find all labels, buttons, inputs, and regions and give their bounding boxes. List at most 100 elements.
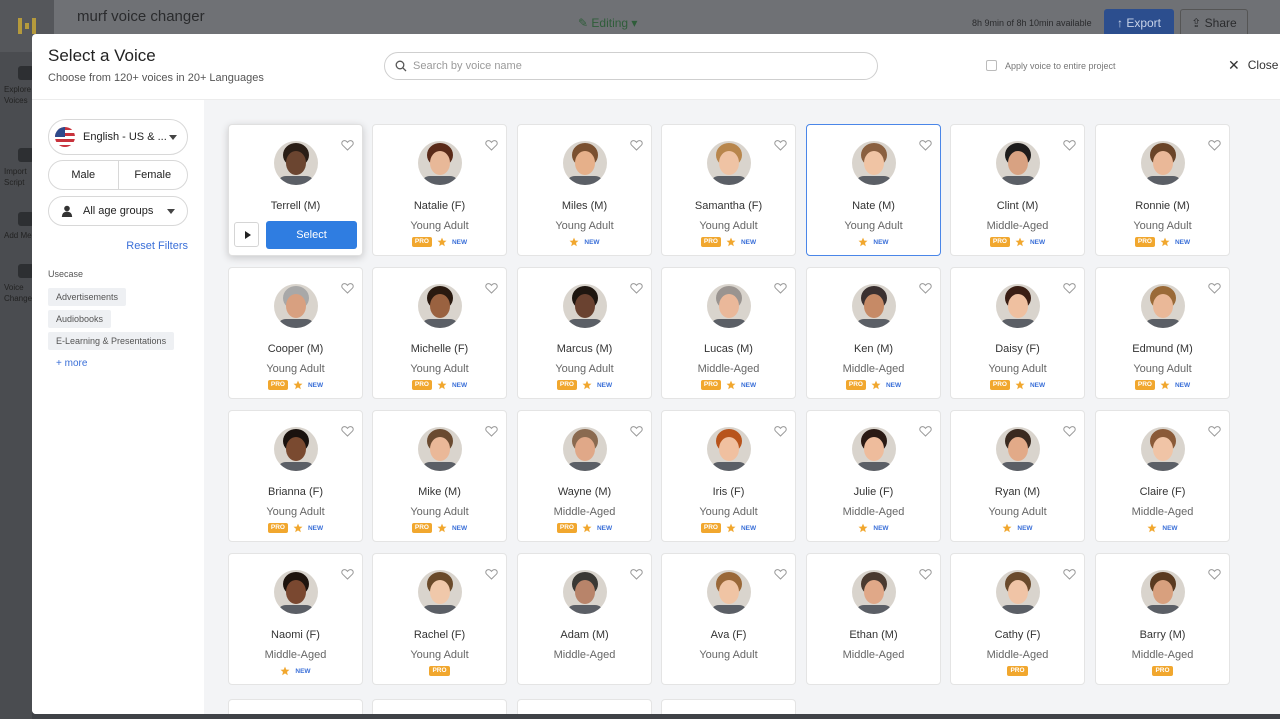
voice-card[interactable]: Ava (F) Young Adult: [661, 553, 796, 685]
voice-card[interactable]: Barry (M) Middle-Aged PRO: [1095, 553, 1230, 685]
usecase-chip-advertisements[interactable]: Advertisements: [48, 288, 127, 306]
favorite-heart-icon[interactable]: [630, 282, 643, 294]
favorite-heart-icon[interactable]: [630, 425, 643, 437]
voice-card[interactable]: Julie (F) Middle-Aged NEW: [806, 410, 941, 542]
voice-name: Lucas (M): [704, 343, 753, 355]
favorite-heart-icon[interactable]: [1063, 282, 1076, 294]
pro-badge: PRO: [1134, 380, 1155, 390]
voice-card[interactable]: Marcus (M) Young Adult PRO NEW: [517, 267, 652, 399]
voice-avatar: [996, 424, 1040, 474]
voice-card[interactable]: Michelle (F) Young Adult PRO NEW: [372, 267, 507, 399]
favorite-heart-icon[interactable]: [341, 425, 354, 437]
star-icon: [1160, 380, 1170, 390]
voice-card[interactable]: Samantha (F) Young Adult PRO NEW: [661, 124, 796, 256]
star-icon: [582, 380, 592, 390]
voice-badges: PRO NEW: [373, 237, 506, 247]
voice-card[interactable]: Rachel (F) Young Adult PRO: [372, 553, 507, 685]
voice-card[interactable]: Naomi (F) Middle-Aged NEW: [228, 553, 363, 685]
favorite-heart-icon[interactable]: [1208, 139, 1221, 151]
new-badge: NEW: [873, 238, 889, 246]
voice-age-group: Young Adult: [1133, 363, 1192, 375]
voice-age-group: Young Adult: [555, 220, 614, 232]
favorite-heart-icon[interactable]: [1208, 282, 1221, 294]
voice-card[interactable]: Miles (M) Young Adult NEW: [517, 124, 652, 256]
pro-badge: PRO: [267, 380, 288, 390]
voice-card[interactable]: Cooper (M) Young Adult PRO NEW: [228, 267, 363, 399]
favorite-heart-icon[interactable]: [919, 568, 932, 580]
favorite-heart-icon[interactable]: [1208, 568, 1221, 580]
favorite-heart-icon[interactable]: [919, 139, 932, 151]
usecase-chip-elearning[interactable]: E-Learning & Presentations: [48, 332, 175, 350]
favorite-heart-icon[interactable]: [774, 425, 787, 437]
voice-card[interactable]: Ryan (M) Young Adult NEW: [950, 410, 1085, 542]
voice-card[interactable]: Ken (M) Middle-Aged PRO NEW: [806, 267, 941, 399]
voice-card[interactable]: Clint (M) Middle-Aged PRO NEW: [950, 124, 1085, 256]
favorite-heart-icon[interactable]: [630, 139, 643, 151]
favorite-heart-icon[interactable]: [485, 425, 498, 437]
voice-age-group: Middle-Aged: [986, 649, 1049, 661]
voice-card[interactable]: Wayne (M) Middle-Aged PRO NEW: [517, 410, 652, 542]
favorite-heart-icon[interactable]: [919, 425, 932, 437]
select-voice-button[interactable]: Select: [266, 221, 357, 249]
apply-checkbox[interactable]: [986, 60, 997, 71]
age-dropdown[interactable]: All age groups: [48, 196, 188, 226]
favorite-heart-icon[interactable]: [485, 139, 498, 151]
voice-badges: PRO NEW: [518, 523, 651, 533]
favorite-heart-icon[interactable]: [774, 282, 787, 294]
play-preview-button[interactable]: [234, 222, 259, 247]
search-input[interactable]: [413, 60, 853, 72]
favorite-heart-icon[interactable]: [1208, 425, 1221, 437]
voice-avatar: [1141, 424, 1185, 474]
favorite-heart-icon[interactable]: [1063, 425, 1076, 437]
voice-card[interactable]: Claire (F) Middle-Aged NEW: [1095, 410, 1230, 542]
voice-card[interactable]: Mike (M) Young Adult PRO NEW: [372, 410, 507, 542]
favorite-heart-icon[interactable]: [1063, 139, 1076, 151]
voice-card[interactable]: Terrell (M) Select: [228, 124, 363, 256]
voice-age-group: Middle-Aged: [842, 363, 905, 375]
favorite-heart-icon[interactable]: [774, 568, 787, 580]
favorite-heart-icon[interactable]: [1063, 568, 1076, 580]
select-voice-modal: Select a Voice Choose from 120+ voices i…: [32, 34, 1280, 714]
voice-card[interactable]: Brianna (F) Young Adult PRO NEW: [228, 410, 363, 542]
favorite-heart-icon[interactable]: [341, 139, 354, 151]
more-usecases-link[interactable]: + more: [56, 358, 87, 369]
apply-to-project[interactable]: Apply voice to entire project: [986, 60, 1116, 71]
voice-card[interactable]: Cathy (F) Middle-Aged PRO: [950, 553, 1085, 685]
voice-search[interactable]: [384, 52, 878, 80]
pro-badge: PRO: [700, 380, 721, 390]
pro-badge: PRO: [700, 237, 721, 247]
usecase-chip-audiobooks[interactable]: Audiobooks: [48, 310, 112, 328]
star-icon: [582, 523, 592, 533]
voice-card[interactable]: Adam (M) Middle-Aged: [517, 553, 652, 685]
voice-card[interactable]: Nate (M) Young Adult NEW: [806, 124, 941, 256]
voice-card[interactable]: Natalie (F) Young Adult PRO NEW: [372, 124, 507, 256]
voice-avatar: [418, 567, 462, 617]
close-button[interactable]: ✕ Close: [1228, 58, 1278, 72]
voice-name: Nate (M): [852, 200, 895, 212]
favorite-heart-icon[interactable]: [630, 568, 643, 580]
voice-age-group: Young Adult: [555, 363, 614, 375]
favorite-heart-icon[interactable]: [485, 282, 498, 294]
new-badge: NEW: [451, 238, 468, 246]
voice-card[interactable]: Daisy (F) Young Adult PRO NEW: [950, 267, 1085, 399]
voice-card[interactable]: Edmund (M) Young Adult PRO NEW: [1095, 267, 1230, 399]
favorite-heart-icon[interactable]: [485, 568, 498, 580]
favorite-heart-icon[interactable]: [774, 139, 787, 151]
voice-card[interactable]: Ethan (M) Middle-Aged: [806, 553, 941, 685]
voice-avatar: [996, 138, 1040, 188]
gender-female-option[interactable]: Female: [119, 161, 188, 189]
voice-card[interactable]: Ronnie (M) Young Adult PRO NEW: [1095, 124, 1230, 256]
favorite-heart-icon[interactable]: [919, 282, 932, 294]
voice-card[interactable]: Iris (F) Young Adult PRO NEW: [661, 410, 796, 542]
gender-male-option[interactable]: Male: [49, 161, 119, 189]
voice-card[interactable]: Lucas (M) Middle-Aged PRO NEW: [661, 267, 796, 399]
favorite-heart-icon[interactable]: [341, 568, 354, 580]
voice-avatar: [563, 424, 607, 474]
sidebar-item-explore-label: Explore Voices: [4, 85, 32, 105]
favorite-heart-icon[interactable]: [341, 282, 354, 294]
voice-age-group: Young Adult: [410, 649, 469, 661]
language-dropdown[interactable]: English - US & ...: [48, 119, 188, 155]
voice-avatar: [274, 567, 318, 617]
pro-badge: PRO: [700, 523, 721, 533]
reset-filters-link[interactable]: Reset Filters: [126, 240, 188, 252]
